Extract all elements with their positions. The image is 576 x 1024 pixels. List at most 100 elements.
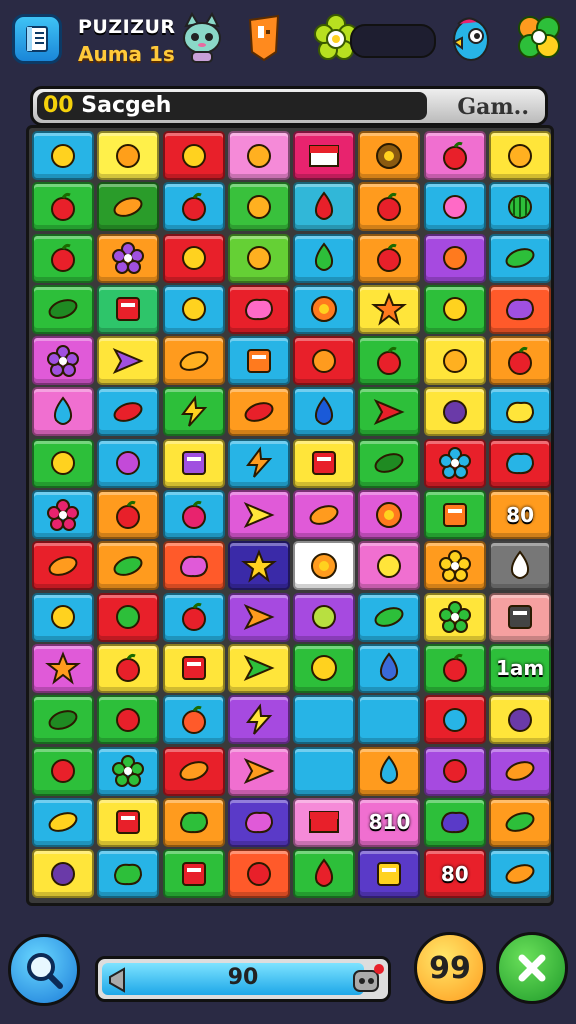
game-tile[interactable]: 80 <box>489 490 552 540</box>
orange-gem-icon[interactable] <box>244 12 296 64</box>
game-tile[interactable] <box>423 541 486 591</box>
game-tile[interactable] <box>293 182 356 232</box>
game-tile[interactable] <box>358 541 421 591</box>
game-tile[interactable] <box>358 438 421 488</box>
game-tile[interactable] <box>97 438 160 488</box>
game-tile[interactable] <box>162 643 225 693</box>
game-tile[interactable] <box>97 849 160 899</box>
game-tile[interactable] <box>293 284 356 334</box>
game-tile[interactable] <box>358 284 421 334</box>
game-tile[interactable] <box>293 387 356 437</box>
menu-book-icon[interactable] <box>12 14 62 64</box>
game-tile[interactable] <box>423 387 486 437</box>
search-bar[interactable]: 00 Sacgeh Gam.. <box>30 86 548 126</box>
game-tile[interactable] <box>423 797 486 847</box>
game-tile[interactable] <box>97 592 160 642</box>
game-tile[interactable] <box>293 592 356 642</box>
game-tile[interactable] <box>227 233 290 283</box>
game-tile[interactable] <box>227 182 290 232</box>
game-tile[interactable] <box>489 284 552 334</box>
parrot-icon[interactable] <box>448 12 500 64</box>
game-tile[interactable] <box>97 541 160 591</box>
game-tile[interactable] <box>423 592 486 642</box>
game-tile[interactable] <box>489 797 552 847</box>
game-tile[interactable] <box>32 387 94 437</box>
game-tile[interactable] <box>32 797 94 847</box>
game-tile[interactable] <box>227 695 290 745</box>
game-tile[interactable] <box>162 695 225 745</box>
game-tile[interactable] <box>423 490 486 540</box>
game-tile[interactable] <box>162 541 225 591</box>
game-tile[interactable] <box>32 541 94 591</box>
game-tile[interactable] <box>97 284 160 334</box>
game-tile[interactable] <box>358 592 421 642</box>
game-tile[interactable] <box>423 438 486 488</box>
game-tile[interactable] <box>358 849 421 899</box>
game-tile[interactable]: 1am <box>489 643 552 693</box>
game-tile[interactable] <box>162 336 225 386</box>
game-tile[interactable] <box>489 695 552 745</box>
game-tile[interactable] <box>489 336 552 386</box>
game-tile[interactable] <box>358 746 421 796</box>
game-tile[interactable] <box>227 541 290 591</box>
game-tile[interactable] <box>358 336 421 386</box>
score-badge[interactable]: 99 <box>414 932 486 1004</box>
game-tile[interactable] <box>227 490 290 540</box>
game-tile[interactable] <box>97 643 160 693</box>
game-tile[interactable] <box>97 336 160 386</box>
game-tile[interactable] <box>489 182 552 232</box>
game-tile[interactable] <box>358 131 421 180</box>
game-tile[interactable] <box>423 336 486 386</box>
clover-icon[interactable] <box>512 12 564 64</box>
game-tile[interactable] <box>423 233 486 283</box>
game-tile[interactable] <box>32 592 94 642</box>
game-tile[interactable] <box>293 695 356 745</box>
game-tile[interactable] <box>489 387 552 437</box>
game-tile[interactable] <box>162 233 225 283</box>
game-tile[interactable] <box>162 387 225 437</box>
toggle-slider[interactable] <box>350 24 436 58</box>
game-tile[interactable] <box>97 387 160 437</box>
game-tile[interactable] <box>358 695 421 745</box>
game-tile[interactable]: 80 <box>423 849 486 899</box>
game-tile[interactable] <box>293 233 356 283</box>
game-tile[interactable] <box>227 849 290 899</box>
game-tile[interactable] <box>489 592 552 642</box>
game-tile[interactable] <box>162 490 225 540</box>
game-tile[interactable] <box>162 284 225 334</box>
game-tile[interactable] <box>358 233 421 283</box>
game-tile[interactable] <box>97 746 160 796</box>
game-tile[interactable] <box>32 746 94 796</box>
game-tile[interactable] <box>32 284 94 334</box>
game-tile[interactable] <box>227 438 290 488</box>
game-tile[interactable] <box>162 746 225 796</box>
game-tile[interactable] <box>227 284 290 334</box>
game-tile[interactable] <box>293 849 356 899</box>
game-tile[interactable] <box>227 746 290 796</box>
search-input[interactable]: 00 Sacgeh <box>37 92 427 120</box>
game-tile[interactable] <box>293 797 356 847</box>
cat-mascot-icon[interactable] <box>176 11 228 64</box>
game-tile[interactable] <box>32 336 94 386</box>
game-tile[interactable] <box>162 849 225 899</box>
game-tile[interactable] <box>489 131 552 180</box>
game-tile[interactable] <box>32 695 94 745</box>
game-tile[interactable] <box>293 746 356 796</box>
game-tile[interactable] <box>423 746 486 796</box>
game-tile[interactable] <box>293 438 356 488</box>
game-tile[interactable] <box>32 849 94 899</box>
game-tile[interactable] <box>32 490 94 540</box>
game-tile[interactable] <box>489 849 552 899</box>
game-tile[interactable] <box>227 387 290 437</box>
game-tile[interactable] <box>489 233 552 283</box>
game-tile[interactable] <box>32 131 94 180</box>
game-tile[interactable] <box>293 541 356 591</box>
game-tile[interactable] <box>293 490 356 540</box>
game-tile[interactable] <box>97 490 160 540</box>
game-tile[interactable] <box>358 387 421 437</box>
game-button[interactable]: Gam.. <box>457 92 529 122</box>
game-tile[interactable] <box>227 131 290 180</box>
game-tile[interactable] <box>423 182 486 232</box>
game-tile[interactable] <box>162 797 225 847</box>
game-tile[interactable] <box>293 131 356 180</box>
